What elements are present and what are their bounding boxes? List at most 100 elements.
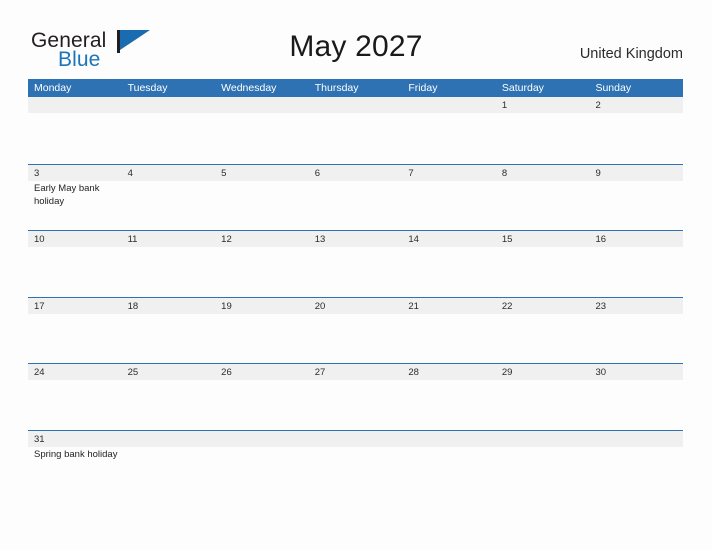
day-cell-29[interactable]: 29 <box>495 364 590 430</box>
weekday-header-monday: Monday <box>34 82 72 94</box>
day-number: 9 <box>595 167 601 179</box>
calendar-week-row: 3 Early May bank holiday 4 5 6 7 8 9 <box>28 163 684 230</box>
day-number: 6 <box>314 167 321 179</box>
day-cell-1[interactable]: 1 <box>495 97 590 164</box>
day-cell-empty <box>402 430 496 496</box>
weekday-header-thursday: Thursday <box>314 82 359 94</box>
day-number: 16 <box>595 234 607 245</box>
day-number: 12 <box>221 234 232 245</box>
day-number-band <box>308 97 403 113</box>
calendar-weeks: 1 2 3 Early May bank holiday 4 5 6 7 8 9 10 11 12 13 1… <box>28 97 684 496</box>
country-label: United Kingdom <box>579 46 683 62</box>
day-cell-empty <box>308 430 403 496</box>
day-cell-10[interactable]: 10 <box>28 231 122 297</box>
day-number-band <box>28 164 122 181</box>
day-number: 2 <box>595 100 601 111</box>
day-cell-19[interactable]: 19 <box>215 297 309 363</box>
weekday-header-sunday: Sunday <box>595 82 632 94</box>
day-number: 18 <box>127 300 139 312</box>
day-number: 17 <box>34 300 45 312</box>
day-cell-empty <box>28 97 122 164</box>
day-cell-empty <box>121 430 216 496</box>
weekday-header-tuesday: Tuesday <box>127 82 168 94</box>
calendar-week-row: 12 <box>28 97 684 164</box>
day-cell-24[interactable]: 24 <box>28 364 122 430</box>
day-cell-empty <box>308 97 403 164</box>
day-number: 14 <box>408 234 419 245</box>
day-number-band <box>402 430 496 447</box>
day-number: 24 <box>34 367 45 378</box>
day-number: 25 <box>127 367 139 378</box>
day-number: 26 <box>221 367 232 378</box>
day-cell-23[interactable]: 23 <box>589 297 684 363</box>
day-cell-20[interactable]: 20 <box>308 297 403 363</box>
day-number-band <box>121 164 216 181</box>
day-cell-21[interactable]: 21 <box>402 297 496 363</box>
day-number: 20 <box>314 300 326 312</box>
day-cell-12[interactable]: 12 <box>215 231 309 297</box>
day-number-band <box>308 430 403 447</box>
weekday-header-saturday: Saturday <box>501 82 544 94</box>
day-number-band <box>308 164 403 181</box>
day-number: 13 <box>314 234 326 245</box>
day-number-band <box>402 164 496 181</box>
day-number: 27 <box>314 367 326 378</box>
day-cell-14[interactable]: 14 <box>402 231 496 297</box>
day-cell-31[interactable]: 31 Spring bank holiday <box>28 430 122 496</box>
day-cell-empty <box>215 430 309 496</box>
day-cell-8[interactable]: 8 <box>495 164 590 230</box>
day-number: 22 <box>501 300 513 312</box>
day-events: Spring bank holiday <box>34 448 119 462</box>
day-number-band <box>215 97 309 113</box>
day-cell-27[interactable]: 27 <box>308 364 403 430</box>
day-cell-empty <box>402 97 496 164</box>
weekday-header-row: Monday Tuesday Wednesday Thursday Friday Satu… <box>28 79 683 97</box>
day-number: 10 <box>34 234 45 245</box>
weekday-header-friday: Friday <box>408 82 438 94</box>
day-cell-7[interactable]: 7 <box>402 164 496 230</box>
day-cell-9[interactable]: 9 <box>589 164 684 230</box>
day-cell-30[interactable]: 30 <box>589 364 684 430</box>
calendar-week-row: 17 18 19 20 21 22 23 <box>28 296 684 363</box>
day-cell-5[interactable]: 5 <box>215 164 309 230</box>
day-number: 23 <box>595 300 607 312</box>
page-header: General Blue May 2027 United Kingdom <box>0 0 712 79</box>
day-cell-4[interactable]: 4 <box>121 164 216 230</box>
day-cell-16[interactable]: 16 <box>589 231 684 297</box>
day-number-band <box>495 164 590 181</box>
day-number-band <box>495 430 590 447</box>
day-cell-11[interactable]: 11 <box>121 231 216 297</box>
day-cell-13[interactable]: 13 <box>308 231 403 297</box>
day-number: 31 <box>34 433 45 445</box>
day-number-band <box>121 430 216 447</box>
day-cell-26[interactable]: 26 <box>215 364 309 430</box>
calendar-week-row: 31 Spring bank holiday <box>28 429 684 496</box>
day-number: 1 <box>501 100 508 111</box>
day-number: 30 <box>595 367 607 378</box>
day-cell-6[interactable]: 6 <box>308 164 403 230</box>
day-number-band <box>28 97 122 113</box>
holiday-event-label: Early May bank holiday <box>34 182 100 208</box>
day-number-band <box>589 430 684 447</box>
day-number: 28 <box>408 367 419 378</box>
day-cell-22[interactable]: 22 <box>495 297 590 363</box>
day-number-band <box>589 97 684 113</box>
day-cell-empty <box>589 430 684 496</box>
day-cell-18[interactable]: 18 <box>121 297 216 363</box>
day-number: 8 <box>501 167 508 179</box>
calendar-week-row: 10 11 12 13 14 15 16 <box>28 230 684 297</box>
weekday-header-wednesday: Wednesday <box>221 82 277 94</box>
day-cell-17[interactable]: 17 <box>28 297 122 363</box>
day-cell-empty <box>121 97 216 164</box>
day-cell-empty <box>215 97 309 164</box>
day-number: 3 <box>34 167 40 179</box>
day-cell-25[interactable]: 25 <box>121 364 216 430</box>
day-number-band <box>402 97 496 113</box>
day-cell-3[interactable]: 3 Early May bank holiday <box>28 164 122 230</box>
day-cell-28[interactable]: 28 <box>402 364 496 430</box>
day-number: 29 <box>501 367 513 378</box>
calendar-page: General Blue May 2027 United Kingdom Mon… <box>0 0 712 550</box>
day-number: 19 <box>221 300 232 312</box>
day-cell-2[interactable]: 2 <box>589 97 684 164</box>
day-cell-15[interactable]: 15 <box>495 231 590 297</box>
